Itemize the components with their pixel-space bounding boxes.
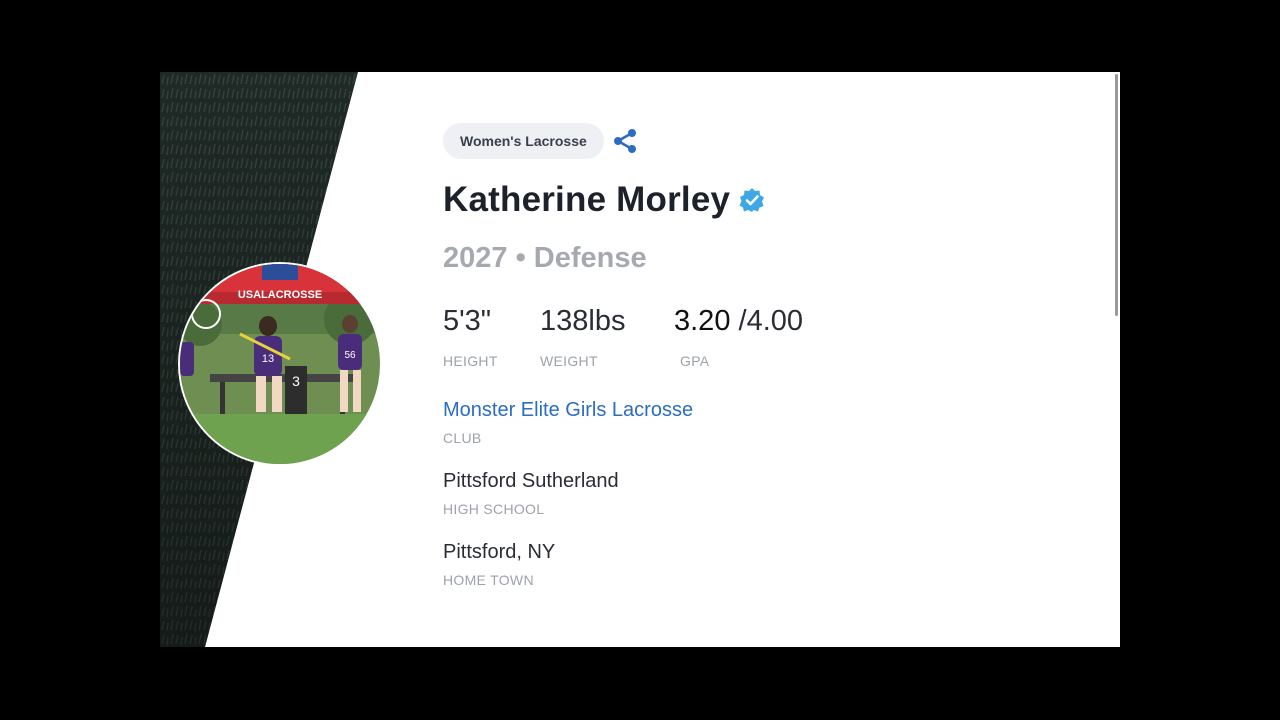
- club-label: CLUB: [443, 430, 482, 446]
- share-icon[interactable]: [610, 126, 640, 156]
- separator-dot: •: [515, 242, 526, 274]
- profile-details: Women's Lacrosse Katherine Morley 2027 •: [443, 72, 1083, 647]
- stat-height: 5'3" HEIGHT: [443, 303, 540, 369]
- stats-row: 5'3" HEIGHT 138lbs WEIGHT 3.20 /4.00 GPA: [443, 303, 803, 369]
- home-town-value: Pittsford, NY: [443, 541, 556, 563]
- gpa-value-group: 3.20 /4.00: [674, 303, 803, 339]
- height-value: 5'3": [443, 305, 492, 337]
- jersey-number-bg: 3: [292, 373, 300, 389]
- verified-badge-icon: [739, 188, 765, 212]
- athlete-avatar: USALACROSSE 3 13 56: [178, 262, 382, 466]
- profile-card: USALACROSSE 3 13 56 Women's Lacrosse Kat…: [160, 72, 1120, 647]
- sport-tag[interactable]: Women's Lacrosse: [443, 123, 604, 159]
- club-link[interactable]: Monster Elite Girls Lacrosse: [443, 399, 693, 422]
- club-info: Monster Elite Girls Lacrosse CLUB: [443, 399, 693, 446]
- jersey-number-player-1: 13: [262, 353, 274, 365]
- high-school-value: Pittsford Sutherland: [443, 470, 619, 492]
- stat-gpa: 3.20 /4.00 GPA: [674, 303, 803, 369]
- high-school-label: HIGH SCHOOL: [443, 501, 545, 517]
- high-school-info: Pittsford Sutherland HIGH SCHOOL: [443, 470, 619, 517]
- weight-label: WEIGHT: [540, 353, 598, 369]
- gpa-label: GPA: [680, 353, 710, 369]
- height-label: HEIGHT: [443, 353, 498, 369]
- gpa-scale: /4.00: [738, 305, 804, 337]
- position: Defense: [533, 242, 647, 274]
- stat-weight: 138lbs WEIGHT: [540, 303, 674, 369]
- class-year: 2027: [443, 242, 508, 274]
- athlete-name: Katherine Morley: [443, 180, 731, 219]
- gpa-value: 3.20: [674, 305, 731, 337]
- class-position: 2027 • Defense: [443, 242, 647, 275]
- sport-row: Women's Lacrosse: [443, 123, 640, 159]
- name-row: Katherine Morley: [443, 180, 765, 220]
- home-town-label: HOME TOWN: [443, 572, 534, 588]
- home-town-info: Pittsford, NY HOME TOWN: [443, 541, 555, 588]
- lacrosse-action-photo: USALACROSSE 3 13 56: [180, 264, 380, 464]
- banner-text: USALACROSSE: [238, 289, 322, 301]
- jersey-number-player-2: 56: [344, 350, 356, 361]
- vertical-scrollbar[interactable]: [1115, 74, 1118, 316]
- weight-value: 138lbs: [540, 305, 626, 337]
